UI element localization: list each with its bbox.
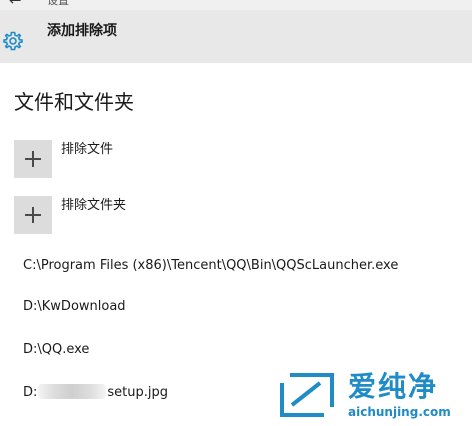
plus-icon <box>14 140 52 178</box>
add-exclude-folder-label: 排除文件夹 <box>61 198 127 213</box>
section-title: 文件和文件夹 <box>14 90 134 114</box>
watermark: 爱纯净 aichunjing.com <box>278 371 470 426</box>
page-title: 添加排除项 <box>47 23 117 39</box>
window-title: 设置 <box>47 0 69 7</box>
add-exclude-file-label: 排除文件 <box>61 142 114 157</box>
watermark-logo-icon <box>280 373 334 417</box>
watermark-name: 爱纯净 <box>348 370 439 403</box>
exclusion-item[interactable]: D:\KwDownload <box>23 298 126 315</box>
gear-icon <box>3 31 23 51</box>
exclusion-path-prefix: D: <box>23 385 38 400</box>
exclusion-path-suffix: setup.jpg <box>107 385 168 400</box>
exclusion-item[interactable]: C:\Program Files (x86)\Tencent\QQ\Bin\QQ… <box>23 257 398 274</box>
exclusion-item[interactable]: D: setup.jpg <box>23 384 168 401</box>
window-titlebar: ← 设置 <box>0 0 472 10</box>
plus-icon <box>14 196 52 234</box>
redacted-blur <box>38 384 107 399</box>
exclusion-item[interactable]: D:\QQ.exe <box>23 341 89 358</box>
back-arrow-icon[interactable]: ← <box>9 0 22 8</box>
watermark-url: aichunjing.com <box>348 405 451 419</box>
